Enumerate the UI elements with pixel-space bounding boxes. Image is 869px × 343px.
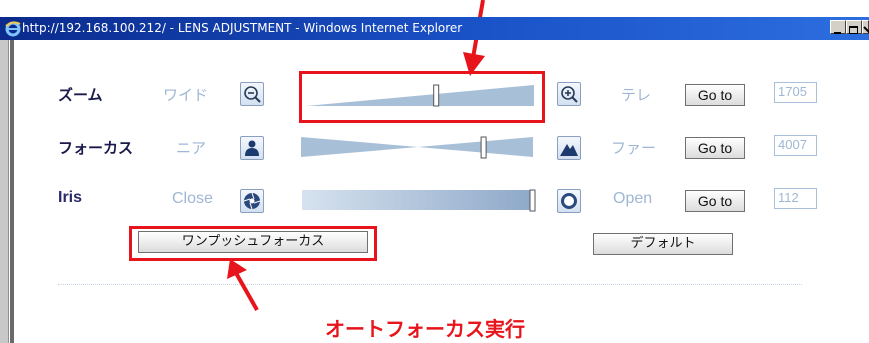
focus-far-button[interactable]: [557, 136, 581, 160]
zoom-label: ズーム: [58, 86, 103, 104]
minimize-button[interactable]: [830, 20, 846, 34]
zoom-in-icon: [561, 86, 578, 103]
iris-closed-icon: [243, 192, 261, 210]
zoom-in-button[interactable]: [557, 82, 581, 106]
focus-value-field[interactable]: 4007: [774, 135, 817, 156]
minimize-icon: [834, 32, 841, 34]
window-title: http://192.168.100.212/ - LENS ADJUSTMEN…: [22, 21, 463, 35]
zoom-slider-highlight: [299, 71, 545, 123]
person-icon: [245, 140, 259, 156]
iris-close-label: Close: [172, 190, 213, 207]
zoom-out-icon: [244, 86, 261, 103]
window-frame-shadow: [10, 40, 14, 343]
iris-close-button[interactable]: [240, 189, 264, 213]
focus-goto-button[interactable]: Go to: [685, 137, 745, 159]
maximize-button[interactable]: [846, 20, 862, 34]
zoom-out-button[interactable]: [240, 82, 264, 106]
iris-open-label: Open: [613, 190, 653, 207]
focus-far-label: ファー: [611, 139, 657, 157]
zoom-wide-label: ワイド: [163, 86, 209, 104]
iris-open-button[interactable]: [557, 189, 581, 213]
zoom-value-field[interactable]: 1705: [774, 82, 817, 103]
iris-slider-thumb[interactable]: [529, 189, 536, 212]
iris-slider[interactable]: [302, 187, 536, 213]
iris-open-icon: [561, 193, 577, 209]
close-button[interactable]: [862, 20, 869, 34]
internet-explorer-icon: [5, 21, 21, 37]
zoom-tele-label: テレ: [621, 86, 652, 104]
focus-slider[interactable]: [301, 134, 535, 160]
annotation-arrow-top: [463, 0, 485, 76]
iris-label: Iris: [58, 189, 83, 206]
close-icon: [863, 26, 869, 34]
mountain-icon: [560, 144, 578, 156]
focus-near-label: ニア: [176, 139, 207, 157]
iris-goto-button[interactable]: Go to: [685, 190, 745, 212]
annotation-arrow-bottom: [227, 259, 259, 311]
focus-label: フォーカス: [58, 139, 134, 157]
annotation-autofocus-text: オートフォーカス実行: [325, 317, 525, 341]
window-frame-left: [0, 40, 9, 343]
zoom-goto-button[interactable]: Go to: [685, 84, 745, 106]
iris-value-field[interactable]: 112: [774, 188, 817, 209]
section-divider: [58, 284, 802, 285]
focus-slider-thumb[interactable]: [480, 136, 487, 159]
window-titlebar: http://192.168.100.212/ - LENS ADJUSTMEN…: [0, 17, 869, 40]
maximize-icon: [849, 26, 858, 34]
focus-near-button[interactable]: [240, 136, 264, 160]
default-button[interactable]: デフォルト: [593, 233, 733, 255]
